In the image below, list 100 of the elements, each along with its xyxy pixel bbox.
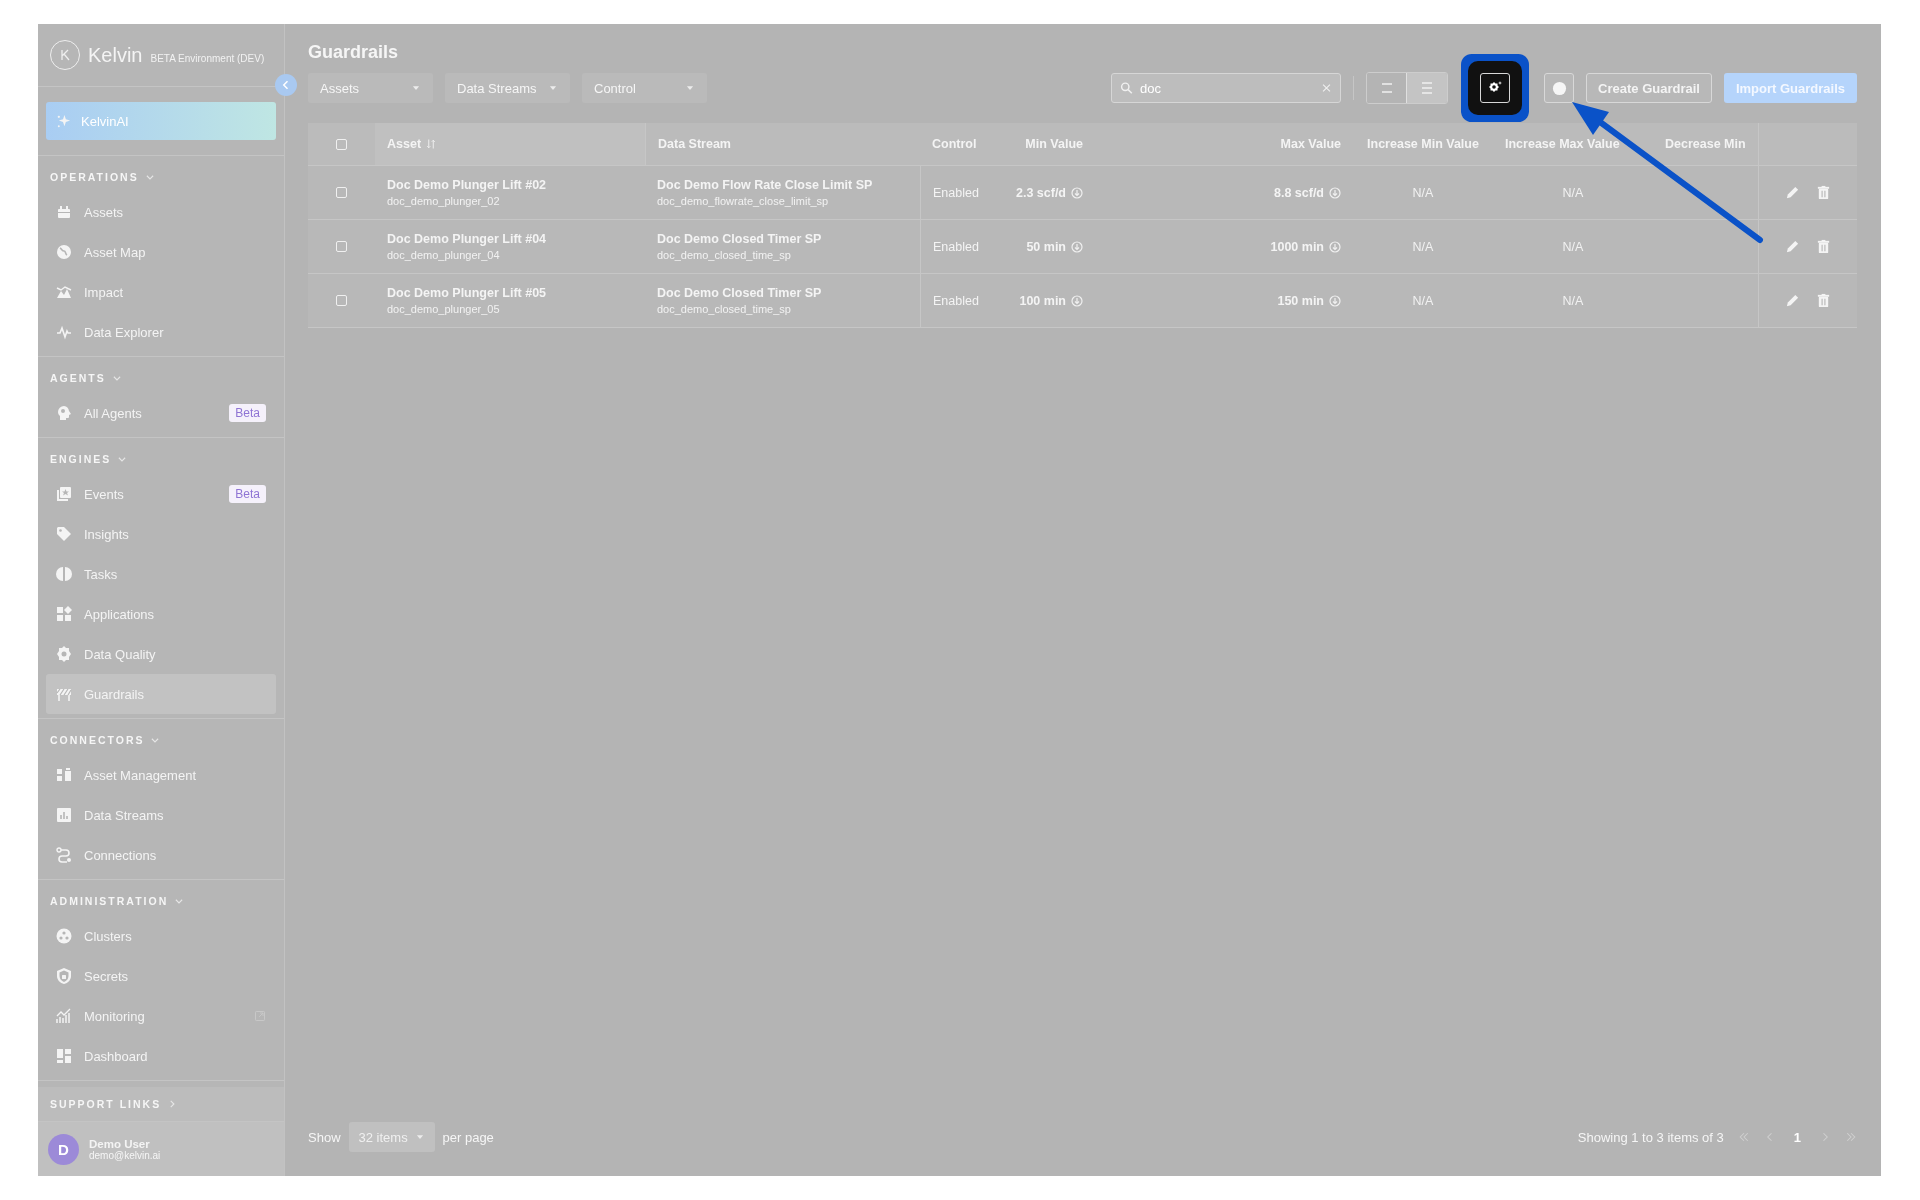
table-cell-text: N/A bbox=[1411, 238, 1435, 256]
view-toggle[interactable] bbox=[1407, 73, 1448, 103]
collapse-button[interactable] bbox=[275, 74, 297, 96]
column-header[interactable]: Increase Min Value bbox=[1353, 123, 1493, 165]
nav-label: Dashboard bbox=[84, 1048, 149, 1064]
picture-stack-icon bbox=[56, 486, 72, 502]
nav-item[interactable]: Assets bbox=[46, 192, 276, 232]
nav-label: Connections bbox=[84, 847, 158, 863]
nav-item[interactable]: Data Quality bbox=[46, 634, 276, 674]
column-header[interactable]: Control bbox=[920, 123, 995, 165]
secondary-text: doc_demo_closed_time_sp bbox=[657, 249, 791, 261]
nav-item[interactable]: Data Explorer bbox=[46, 312, 276, 352]
show-label: Show bbox=[308, 1129, 341, 1145]
primary-text: Doc Demo Plunger Lift #04 bbox=[387, 232, 547, 246]
delete-button[interactable] bbox=[1816, 185, 1831, 200]
row-checkbox[interactable] bbox=[336, 295, 347, 306]
page-number[interactable]: 1 bbox=[1789, 1129, 1805, 1145]
table-cell-text: N/A bbox=[1411, 184, 1435, 202]
environment-label: BETA Environment (DEV) bbox=[150, 52, 265, 64]
filter-dropdown[interactable]: Control bbox=[582, 73, 707, 103]
delete-button[interactable] bbox=[1816, 239, 1831, 254]
chevron-icon bbox=[117, 454, 128, 464]
head-icon bbox=[56, 405, 72, 421]
table-cell: Enabled bbox=[920, 274, 995, 327]
nav-label: Impact bbox=[84, 284, 124, 300]
column-header[interactable]: Increase Max Value bbox=[1493, 123, 1653, 165]
table-cell: Enabled bbox=[920, 166, 995, 219]
nav-label: Insights bbox=[84, 526, 130, 542]
logo-text: Kelvin bbox=[88, 43, 143, 67]
section-header[interactable]: ADMINISTRATION bbox=[38, 886, 197, 916]
nav-label: Data Quality bbox=[84, 646, 157, 662]
grid-icon bbox=[56, 606, 72, 622]
column-header[interactable]: Min Value bbox=[995, 123, 1095, 165]
pencil-icon bbox=[1785, 185, 1800, 200]
beta-badge: Beta bbox=[229, 404, 266, 422]
primary-text: Doc Demo Plunger Lift #02 bbox=[387, 178, 547, 192]
nav-item[interactable]: Dashboard bbox=[46, 1036, 276, 1076]
chevron-icon bbox=[174, 896, 185, 906]
nav-label: Data Explorer bbox=[84, 324, 165, 340]
nav-item[interactable]: Secrets bbox=[46, 956, 276, 996]
select-all-checkbox[interactable] bbox=[336, 138, 347, 150]
nav-item[interactable]: Events Beta bbox=[46, 474, 276, 514]
nav-item[interactable]: Monitoring bbox=[46, 996, 276, 1036]
bar-chart-icon bbox=[56, 807, 72, 823]
row-checkbox[interactable] bbox=[336, 187, 347, 198]
table-cell-text: N/A bbox=[1411, 292, 1435, 310]
first-page-icon bbox=[1737, 1131, 1750, 1143]
section-header[interactable]: AGENTS bbox=[38, 363, 134, 393]
nav-item[interactable]: Insights bbox=[46, 514, 276, 554]
nav-item[interactable]: Connections bbox=[46, 835, 276, 875]
first-page-button[interactable] bbox=[1737, 1131, 1750, 1143]
nav-item[interactable]: All Agents Beta bbox=[46, 393, 276, 433]
nav-item[interactable]: Impact bbox=[46, 272, 276, 312]
column-header[interactable]: Data Stream bbox=[645, 123, 920, 165]
pulse-icon bbox=[56, 324, 72, 340]
nav-item[interactable]: Clusters bbox=[46, 916, 276, 956]
pencil-icon bbox=[1785, 293, 1800, 308]
value-text: 2.3 scf/d bbox=[1015, 185, 1066, 200]
nav-item[interactable]: Tasks bbox=[46, 554, 276, 594]
column-header[interactable]: Max Value bbox=[1095, 123, 1353, 165]
primary-text: Doc Demo Flow Rate Close Limit SP bbox=[657, 178, 873, 192]
value-text: 50 min bbox=[1026, 239, 1066, 254]
row-checkbox[interactable] bbox=[336, 241, 347, 252]
section-header[interactable]: ENGINES bbox=[38, 444, 140, 474]
nav-label: Tasks bbox=[84, 566, 119, 582]
tag-icon bbox=[56, 526, 72, 542]
last-page-button[interactable] bbox=[1845, 1131, 1857, 1143]
edit-button[interactable] bbox=[1785, 293, 1800, 308]
download-circle-icon bbox=[1071, 294, 1083, 307]
primary-text: Doc Demo Closed Timer SP bbox=[657, 232, 822, 246]
primary-text: Doc Demo Plunger Lift #05 bbox=[387, 286, 547, 300]
section-header[interactable]: OPERATIONS bbox=[38, 162, 167, 192]
edit-button[interactable] bbox=[1785, 185, 1800, 200]
line-chart-icon bbox=[56, 1008, 72, 1024]
nav-item[interactable]: Asset Map bbox=[46, 232, 276, 272]
download-circle-icon bbox=[1071, 240, 1083, 253]
nav-item[interactable]: Applications bbox=[46, 594, 276, 634]
filter-dropdown[interactable]: Assets bbox=[308, 73, 433, 103]
sort-icon bbox=[425, 138, 438, 150]
kelvin-ai-button[interactable]: KelvinAI bbox=[46, 102, 276, 140]
delete-button[interactable] bbox=[1816, 293, 1831, 308]
value-text: 150 min bbox=[1277, 293, 1324, 308]
section-header[interactable]: CONNECTORS bbox=[38, 725, 173, 755]
nav-label: Asset Management bbox=[84, 767, 197, 783]
value-text: 8.8 scf/d bbox=[1273, 185, 1324, 200]
edit-button[interactable] bbox=[1785, 239, 1800, 254]
nav-item[interactable]: Data Streams bbox=[46, 795, 276, 835]
download-circle-icon bbox=[1329, 240, 1341, 253]
barrier-icon bbox=[56, 686, 72, 702]
search-field[interactable]: doc bbox=[1111, 73, 1342, 103]
nav-label: Data Streams bbox=[84, 807, 165, 823]
column-header[interactable]: Decrease Min bbox=[1653, 123, 1758, 165]
user-avatar[interactable]: D bbox=[48, 1133, 79, 1165]
import-button[interactable]: Import Guardrails bbox=[1723, 73, 1857, 103]
clear-icon bbox=[1321, 82, 1333, 94]
create-button[interactable]: Create Guardrail bbox=[1586, 73, 1712, 103]
filter-dropdown[interactable]: Data Streams bbox=[445, 73, 570, 103]
circle-icon bbox=[1551, 80, 1567, 96]
chevron-icon bbox=[144, 172, 155, 182]
nav-item[interactable]: Asset Management bbox=[46, 755, 276, 795]
